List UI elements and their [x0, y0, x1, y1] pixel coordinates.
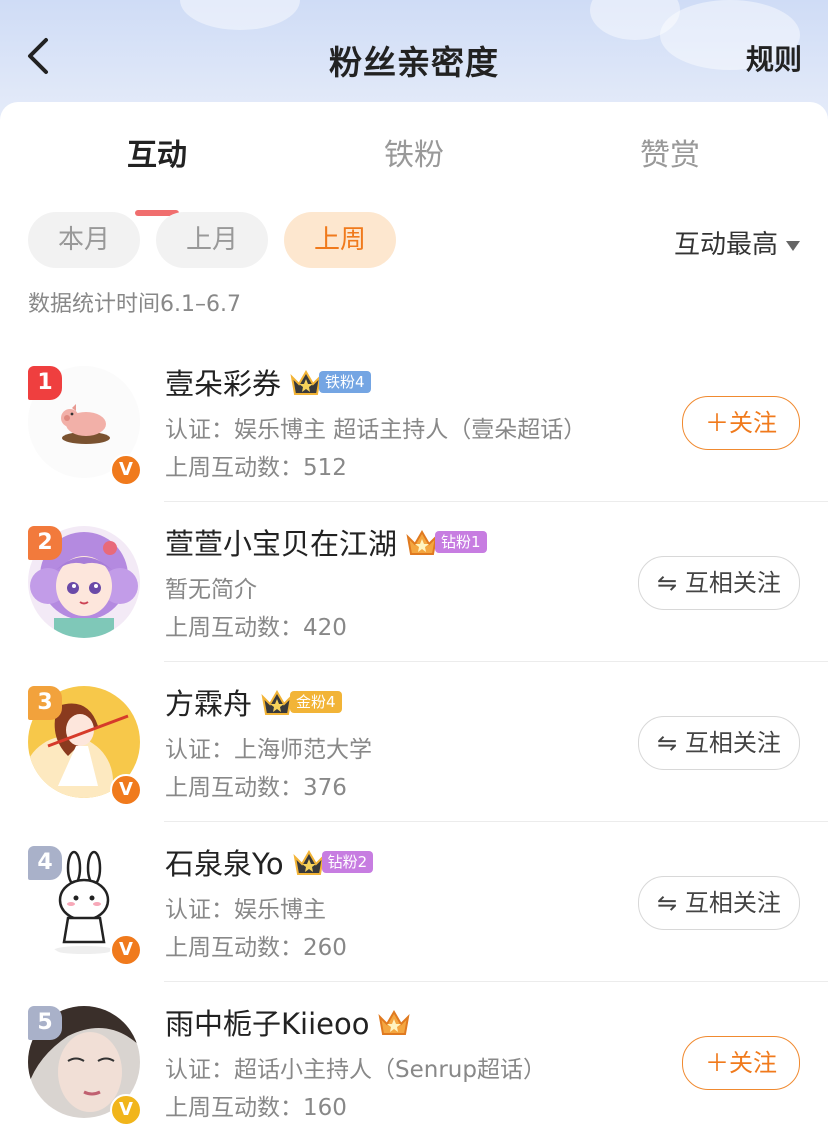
crown-icon: [261, 690, 293, 715]
mutual-follow-button[interactable]: ⇋ 互相关注: [638, 716, 800, 770]
name-line: 方霖舟 金粉4: [165, 682, 342, 722]
verified-badge: V: [110, 1094, 142, 1126]
tab-iron-fans[interactable]: 铁粉: [344, 130, 484, 174]
rank-badge: 4: [28, 846, 62, 880]
fan-row[interactable]: 5 V 雨中栀子Kiieoo 认证：超话小主持人（Senrup超话） 上周互动数…: [0, 982, 828, 1142]
fan-description: 认证：上海师范大学: [165, 737, 372, 763]
follow-button[interactable]: ＋关注: [682, 1036, 800, 1090]
rules-link[interactable]: 规则: [746, 38, 802, 78]
fan-row[interactable]: 4 V 石泉泉Yo 钻粉2 认证：娱乐博主 上周互动数：260 ⇋ 互相关注: [0, 822, 828, 982]
name-line: 萱萱小宝贝在江湖 钻粉1: [165, 522, 487, 562]
name-line: 石泉泉Yo 钻粉2: [165, 841, 374, 883]
sort-dropdown[interactable]: 互动最高: [674, 224, 800, 261]
fan-description: 认证：娱乐博主 超话主持人（壹朵超话）: [165, 417, 587, 443]
fan-row[interactable]: 1 V 壹朵彩券 铁粉4 认证：娱乐博主 超话主持人（壹朵超话） 上周互动数：5…: [0, 342, 828, 502]
caret-down-icon: [786, 240, 800, 251]
verified-badge: V: [110, 454, 142, 486]
interaction-count: 上周互动数：260: [165, 935, 347, 961]
fan-description: 认证：超话小主持人（Senrup超话）: [165, 1057, 546, 1083]
rank-badge: 2: [28, 526, 62, 560]
interaction-count: 上周互动数：512: [165, 455, 347, 481]
crown-icon: [406, 530, 438, 555]
follow-button[interactable]: ＋关注: [682, 396, 800, 450]
fan-name[interactable]: 方霖舟: [165, 681, 252, 723]
fan-level-badge: 钻粉2: [321, 851, 374, 873]
interaction-count: 上周互动数：420: [165, 615, 347, 641]
fan-level-badge: 铁粉4: [319, 371, 371, 393]
filter-this-month[interactable]: 本月: [28, 212, 140, 268]
name-line: 雨中栀子Kiieoo: [165, 1002, 411, 1042]
sort-label: 互动最高: [673, 230, 778, 260]
rank-badge: 3: [28, 686, 62, 720]
fan-name[interactable]: 壹朵彩券: [165, 361, 281, 403]
crown-icon: [378, 1010, 411, 1035]
crown-icon: [293, 850, 325, 875]
mutual-follow-button[interactable]: ⇋ 互相关注: [638, 876, 800, 930]
tab-interaction[interactable]: 互动: [87, 130, 227, 174]
stat-time-range: 数据统计时间6.1–6.7: [28, 292, 241, 317]
fan-name[interactable]: 雨中栀子Kiieoo: [165, 1001, 369, 1043]
crown-icon: [290, 370, 322, 395]
period-filter-bar: 本月 上月 上周 互动最高: [0, 212, 828, 268]
fan-level-badge: 金粉4: [290, 691, 342, 713]
top-bar: 粉丝亲密度 规则: [0, 0, 828, 112]
fan-name[interactable]: 萱萱小宝贝在江湖: [165, 521, 397, 563]
tab-bar: 互动 铁粉 赞赏: [0, 130, 828, 216]
interaction-count: 上周互动数：160: [165, 1095, 347, 1121]
filter-last-month[interactable]: 上月: [156, 212, 268, 268]
page-title: 粉丝亲密度: [329, 43, 499, 82]
rank-badge: 5: [28, 1006, 62, 1040]
fan-row[interactable]: 3 V 方霖舟 金粉4 认证：上海师范大学 上周互动数：376 ⇋ 互相关注: [0, 662, 828, 822]
mutual-follow-button[interactable]: ⇋ 互相关注: [638, 556, 800, 610]
verified-badge: V: [110, 774, 142, 806]
fan-description: 暂无简介: [165, 577, 257, 603]
content-sheet: 互动 铁粉 赞赏 本月 上月 上周 互动最高 数据统计时间6.1–6.7 1 V: [0, 102, 828, 1147]
filter-last-week[interactable]: 上周: [284, 212, 396, 268]
rank-badge: 1: [28, 366, 62, 400]
tab-appreciation[interactable]: 赞赏: [600, 130, 740, 174]
fan-name[interactable]: 石泉泉Yo: [165, 841, 284, 883]
interaction-count: 上周互动数：376: [165, 775, 347, 801]
verified-badge: V: [110, 934, 142, 966]
fan-row[interactable]: 2 萱萱小宝贝在江湖 钻粉1 暂无简介 上周互动数：420 ⇋ 互相关注: [0, 502, 828, 662]
fan-description: 认证：娱乐博主: [165, 897, 326, 923]
fan-level-badge: 钻粉1: [435, 531, 487, 553]
name-line: 壹朵彩券 铁粉4: [165, 362, 371, 402]
